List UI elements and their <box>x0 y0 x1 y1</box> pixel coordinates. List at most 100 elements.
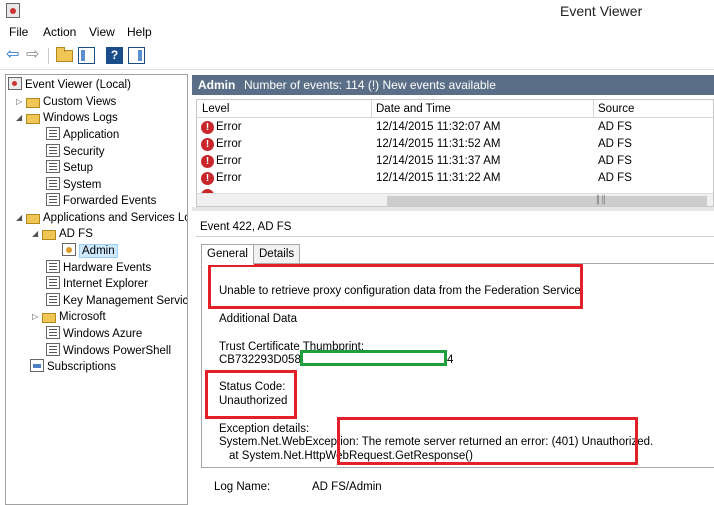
menu-bar: File Action View Help <box>0 22 714 42</box>
log-icon <box>46 343 60 356</box>
folder-icon <box>26 214 40 224</box>
menu-action[interactable]: Action <box>43 25 76 39</box>
log-icon <box>46 127 60 140</box>
toolbar: ⇦ ⇨ ? <box>0 42 714 70</box>
table-header: Level Date and Time Source <box>197 100 713 118</box>
tree-item-applications-and-services[interactable]: ◢ Applications and Services Lo <box>16 210 187 226</box>
tree-item-windows-powershell[interactable]: Windows PowerShell <box>46 343 171 359</box>
event-level: Error <box>216 155 242 167</box>
forward-arrow-icon[interactable]: ⇨ <box>26 47 43 64</box>
title-bar: Event Viewer <box>0 0 714 22</box>
error-icon: ! <box>201 172 214 185</box>
admin-log-icon <box>62 243 76 256</box>
folder-icon <box>42 230 56 240</box>
log-icon <box>46 276 60 289</box>
column-separator[interactable] <box>371 100 372 118</box>
tree-item-key-management-service[interactable]: Key Management Service <box>46 293 187 309</box>
thumbprint-tail: 4 <box>447 354 454 366</box>
log-icon <box>46 326 60 339</box>
exception-label: Exception details: <box>219 423 310 435</box>
tree-item-security[interactable]: Security <box>46 144 105 160</box>
event-datetime: 12/14/2015 11:31:37 AM <box>376 155 501 167</box>
event-source: AD FS <box>598 172 632 184</box>
folder-icon <box>42 313 56 323</box>
tree-item-custom-views[interactable]: ▷ Custom Views <box>16 94 116 110</box>
event-count: Number of events: 114 (!) New events ava… <box>244 78 496 92</box>
tree-item-application[interactable]: Application <box>46 127 119 143</box>
folder-icon <box>26 114 40 124</box>
event-viewer-icon <box>6 3 20 18</box>
menu-help[interactable]: Help <box>127 25 152 39</box>
table-row[interactable]: ! Error 12/14/2015 11:31:52 AM AD FS <box>197 136 713 153</box>
log-header: Admin Number of events: 114 (!) New even… <box>192 75 714 95</box>
tree-item-system[interactable]: System <box>46 177 101 193</box>
error-icon: ! <box>201 138 214 151</box>
additional-data-label: Additional Data <box>219 313 297 325</box>
tree-item-forwarded-events[interactable]: Forwarded Events <box>46 193 156 209</box>
log-icon <box>46 144 60 157</box>
error-icon: ! <box>201 121 214 134</box>
horizontal-scrollbar[interactable]: ║║ <box>197 193 713 206</box>
tree-item-ad-fs[interactable]: ◢ AD FS <box>32 226 93 242</box>
tree-item-admin[interactable]: Admin <box>62 243 118 259</box>
collapse-icon[interactable]: ◢ <box>32 226 42 242</box>
tree-item-hardware-events[interactable]: Hardware Events <box>46 260 151 276</box>
back-arrow-icon[interactable]: ⇦ <box>6 47 23 64</box>
log-title: Admin <box>198 78 236 92</box>
tree-item-setup[interactable]: Setup <box>46 160 93 176</box>
column-header-source[interactable]: Source <box>598 103 634 115</box>
highlight-box-message <box>208 264 583 309</box>
redaction-box <box>300 350 447 366</box>
scrollbar-thumb[interactable] <box>387 196 707 206</box>
expand-icon[interactable]: ▷ <box>16 94 26 110</box>
tree-item-internet-explorer[interactable]: Internet Explorer <box>46 276 148 292</box>
table-row[interactable]: ! Error 12/14/2015 11:32:07 AM AD FS <box>197 119 713 136</box>
window-title: Event Viewer <box>560 3 643 19</box>
help-icon[interactable]: ? <box>106 47 123 64</box>
tree-item-windows-azure[interactable]: Windows Azure <box>46 326 142 342</box>
show-hide-action-pane-icon[interactable] <box>128 47 145 64</box>
table-row[interactable]: ! Error 12/14/2015 11:31:22 AM AD FS <box>197 170 713 187</box>
event-viewer-icon <box>8 77 22 90</box>
tree-item-microsoft[interactable]: ▷ Microsoft <box>32 309 106 325</box>
event-level: Error <box>216 121 242 133</box>
log-icon <box>46 177 60 190</box>
table-row[interactable]: ! Error 12/14/2015 11:31:37 AM AD FS <box>197 153 713 170</box>
column-separator[interactable] <box>593 100 594 118</box>
scrollbar-grip-icon: ║║ <box>595 195 607 204</box>
log-icon <box>46 260 60 273</box>
error-icon: ! <box>201 155 214 168</box>
event-level: Error <box>216 172 242 184</box>
event-datetime: 12/14/2015 11:31:22 AM <box>376 172 501 184</box>
highlight-box-exception <box>337 417 638 465</box>
up-folder-icon[interactable] <box>56 47 73 62</box>
tab-general[interactable]: General <box>201 244 254 265</box>
highlight-box-status <box>205 370 297 419</box>
expand-icon[interactable]: ▷ <box>32 309 42 325</box>
column-header-date-time[interactable]: Date and Time <box>376 103 451 115</box>
event-detail-header: Event 422, AD FS <box>196 217 714 237</box>
log-name-label: Log Name: <box>214 481 271 493</box>
folder-icon <box>26 98 40 108</box>
menu-view[interactable]: View <box>89 25 115 39</box>
event-source: AD FS <box>598 121 632 133</box>
log-icon <box>46 293 60 306</box>
navigation-tree: Event Viewer (Local) ▷ Custom Views ◢ Wind… <box>5 74 188 505</box>
subscriptions-icon <box>30 359 44 372</box>
tab-details[interactable]: Details <box>253 244 301 264</box>
tree-item-subscriptions[interactable]: Subscriptions <box>30 359 116 375</box>
pane-splitter[interactable] <box>192 207 714 211</box>
tree-item-windows-logs[interactable]: ◢ Windows Logs <box>16 110 118 126</box>
column-header-level[interactable]: Level <box>202 103 230 115</box>
menu-file[interactable]: File <box>9 25 28 39</box>
tree-item-event-viewer-local[interactable]: Event Viewer (Local) <box>8 77 131 93</box>
collapse-icon[interactable]: ◢ <box>16 210 26 226</box>
event-source: AD FS <box>598 138 632 150</box>
log-name-value: AD FS/Admin <box>312 481 382 493</box>
collapse-icon[interactable]: ◢ <box>16 110 26 126</box>
event-detail-title: Event 422, AD FS <box>200 221 292 233</box>
event-datetime: 12/14/2015 11:31:52 AM <box>376 138 501 150</box>
show-hide-tree-icon[interactable] <box>78 47 95 64</box>
event-source: AD FS <box>598 155 632 167</box>
event-level: Error <box>216 138 242 150</box>
